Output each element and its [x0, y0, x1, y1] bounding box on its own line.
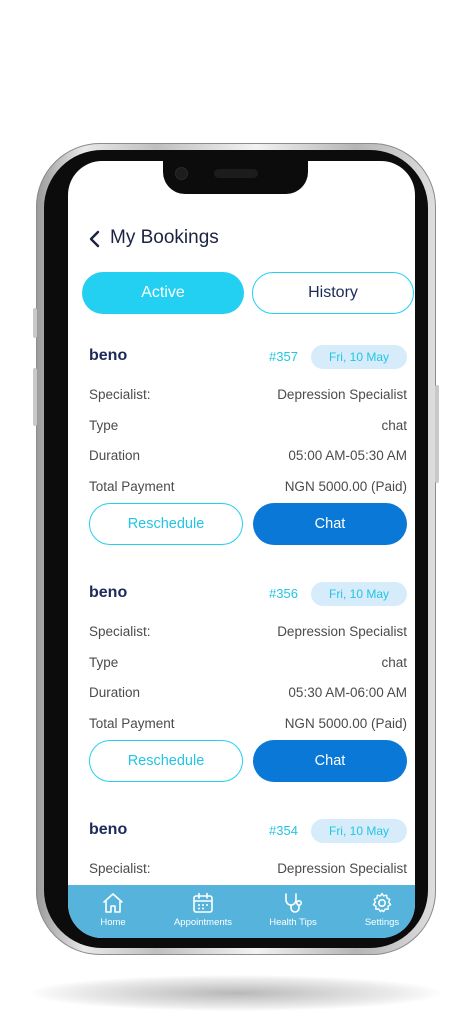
- reschedule-button[interactable]: Reschedule: [89, 740, 243, 782]
- duration-label: Duration: [89, 685, 141, 700]
- nav-health-tips-label: Health Tips: [269, 917, 317, 928]
- specialist-label: Specialist:: [89, 387, 151, 402]
- reschedule-button[interactable]: Reschedule: [89, 503, 243, 545]
- stethoscope-icon: [285, 893, 303, 913]
- duration-value: 05:00 AM-05:30 AM: [288, 448, 407, 463]
- power-button: [435, 385, 439, 483]
- specialist-label: Specialist:: [89, 624, 151, 639]
- tab-active[interactable]: Active: [82, 272, 244, 314]
- type-value: chat: [381, 418, 407, 433]
- specialist-value: Depression Specialist: [277, 861, 407, 876]
- nav-appointments[interactable]: Appointments: [163, 885, 243, 938]
- booking-id: #357: [269, 349, 298, 364]
- specialist-label: Specialist:: [89, 861, 151, 876]
- booking-user-name: beno: [89, 584, 128, 601]
- specialist-value: Depression Specialist: [277, 624, 407, 639]
- booking-date-badge: Fri, 10 May: [311, 345, 407, 369]
- app-screen: My Bookings Active History beno #357 Fri…: [68, 161, 415, 938]
- booking-date-badge: Fri, 10 May: [311, 582, 407, 606]
- booking-user-name: beno: [89, 347, 128, 364]
- front-camera: [176, 168, 187, 179]
- nav-home-label: Home: [100, 917, 126, 928]
- silent-switch: [33, 308, 37, 338]
- calendar-icon: [193, 892, 213, 913]
- tab-history[interactable]: History: [252, 272, 414, 314]
- earpiece-speaker: [214, 169, 258, 178]
- specialist-value: Depression Specialist: [277, 387, 407, 402]
- duration-value: 05:30 AM-06:00 AM: [288, 685, 407, 700]
- booking-id: #354: [269, 823, 298, 838]
- home-icon: [103, 893, 123, 913]
- nav-settings[interactable]: Settings: [342, 885, 415, 938]
- booking-date-badge: Fri, 10 May: [311, 819, 407, 843]
- type-label: Type: [89, 655, 119, 670]
- nav-appointments-label: Appointments: [173, 917, 233, 928]
- back-arrow-icon[interactable]: [86, 230, 104, 248]
- nav-settings-label: Settings: [364, 917, 400, 928]
- booking-card: beno #357 Fri, 10 May Specialist: Depres…: [68, 345, 415, 555]
- booking-id: #356: [269, 586, 298, 601]
- duration-label: Duration: [89, 448, 141, 463]
- type-value: chat: [381, 655, 407, 670]
- payment-label: Total Payment: [89, 479, 175, 494]
- gear-icon: [372, 892, 392, 913]
- volume-button: [33, 368, 37, 426]
- bottom-nav: Home Appointments Health Tips Settings: [68, 885, 415, 938]
- payment-value: NGN 5000.00 (Paid): [284, 479, 407, 494]
- type-label: Type: [89, 418, 119, 433]
- chat-button[interactable]: Chat: [253, 740, 407, 782]
- device-shadow: [30, 975, 442, 1011]
- booking-card: beno #356 Fri, 10 May Specialist: Depres…: [68, 582, 415, 792]
- payment-label: Total Payment: [89, 716, 175, 731]
- chat-button[interactable]: Chat: [253, 503, 407, 545]
- page-title: My Bookings: [110, 227, 219, 248]
- nav-health-tips[interactable]: Health Tips: [253, 885, 333, 938]
- payment-value: NGN 5000.00 (Paid): [284, 716, 407, 731]
- booking-user-name: beno: [89, 821, 128, 838]
- nav-home[interactable]: Home: [73, 885, 153, 938]
